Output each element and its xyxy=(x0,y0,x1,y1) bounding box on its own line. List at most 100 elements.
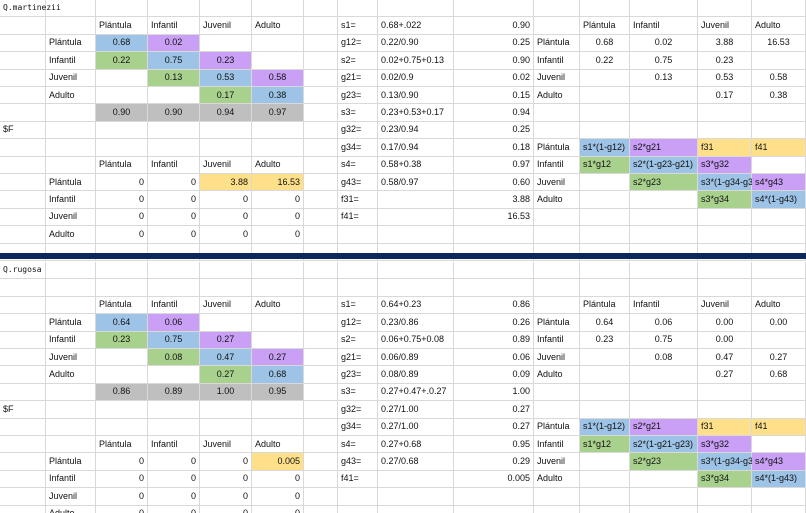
cell-4-10[interactable]: Juvenil xyxy=(534,69,580,87)
grid-cell[interactable] xyxy=(534,0,580,18)
grid-cell[interactable] xyxy=(148,139,200,157)
grid-cell[interactable] xyxy=(630,87,698,105)
cell-8-12[interactable]: s2*g21 xyxy=(630,139,698,157)
cell-25-2[interactable]: Plántula xyxy=(96,436,148,454)
grid-cell[interactable] xyxy=(580,279,630,297)
grid-cell[interactable] xyxy=(752,436,806,454)
cell-28-2[interactable]: 0 xyxy=(96,488,148,506)
cell-18-1[interactable]: Plántula xyxy=(46,314,96,332)
cell-6-8[interactable]: 0.23+0.53+0.17 xyxy=(378,104,454,122)
grid-cell[interactable] xyxy=(378,0,454,18)
grid-cell[interactable] xyxy=(454,226,534,244)
grid-cell[interactable] xyxy=(0,314,46,332)
cell-13-4[interactable]: 0 xyxy=(200,226,252,244)
grid-cell[interactable] xyxy=(534,401,580,419)
cell-24-7[interactable]: g34= xyxy=(338,418,378,436)
cell-3-12[interactable]: 0.75 xyxy=(630,52,698,70)
cell-19-11[interactable]: 0.23 xyxy=(580,331,630,349)
grid-cell[interactable] xyxy=(304,139,338,157)
cell-12-2[interactable]: 0 xyxy=(96,208,148,227)
cell-7-7[interactable]: g32= xyxy=(338,121,378,140)
grid-cell[interactable] xyxy=(0,505,46,513)
grid-cell[interactable] xyxy=(534,383,580,402)
cell-17-2[interactable]: Plántula xyxy=(96,296,148,315)
cell-25-13[interactable]: s3*g32 xyxy=(698,436,752,454)
cell-17-9[interactable]: 0.86 xyxy=(454,296,534,315)
cell-24-10[interactable]: Plántula xyxy=(534,418,580,436)
grid-cell[interactable] xyxy=(698,505,752,513)
grid-cell[interactable] xyxy=(0,191,46,209)
cell-22-3[interactable]: 0.89 xyxy=(148,383,200,402)
grid-cell[interactable] xyxy=(534,121,580,140)
grid-cell[interactable] xyxy=(0,470,46,489)
cell-5-5[interactable]: 0.38 xyxy=(252,87,304,105)
grid-cell[interactable] xyxy=(698,208,752,227)
cell-8-8[interactable]: 0.17/0.94 xyxy=(378,139,454,157)
cell-5-4[interactable]: 0.17 xyxy=(200,87,252,105)
grid-cell[interactable] xyxy=(304,34,338,53)
cell-26-12[interactable]: s2*g23 xyxy=(630,453,698,471)
cell-3-3[interactable]: 0.75 xyxy=(148,52,200,70)
grid-cell[interactable] xyxy=(630,262,698,280)
grid-cell[interactable] xyxy=(200,34,252,53)
cell-9-10[interactable]: Infantil xyxy=(534,156,580,174)
grid-cell[interactable] xyxy=(46,383,96,402)
grid-cell[interactable] xyxy=(200,139,252,157)
grid-cell[interactable] xyxy=(46,296,96,315)
cell-6-9[interactable]: 0.94 xyxy=(454,104,534,122)
cell-12-7[interactable]: f41= xyxy=(338,208,378,227)
cell-22-5[interactable]: 0.95 xyxy=(252,383,304,402)
grid-cell[interactable] xyxy=(580,87,630,105)
grid-cell[interactable] xyxy=(630,0,698,18)
cell-19-3[interactable]: 0.75 xyxy=(148,331,200,349)
cell-25-3[interactable]: Infantil xyxy=(148,436,200,454)
grid-cell[interactable] xyxy=(304,505,338,513)
cell-2-3[interactable]: 0.02 xyxy=(148,34,200,53)
grid-cell[interactable] xyxy=(304,0,338,18)
cell-26-9[interactable]: 0.29 xyxy=(454,453,534,471)
grid-cell[interactable] xyxy=(252,262,304,280)
cell-17-11[interactable]: Plántula xyxy=(580,296,630,315)
cell-10-12[interactable]: s2*g23 xyxy=(630,174,698,192)
cell-5-13[interactable]: 0.17 xyxy=(698,87,752,105)
cell-26-13[interactable]: s3*(1-g34-g32) xyxy=(698,453,761,471)
cell-10-5[interactable]: 16.53 xyxy=(252,174,304,192)
grid-cell[interactable] xyxy=(304,104,338,122)
grid-cell[interactable] xyxy=(0,226,46,244)
grid-cell[interactable] xyxy=(534,226,580,244)
cell-29-5[interactable]: 0 xyxy=(252,505,304,513)
grid-cell[interactable] xyxy=(378,279,454,297)
grid-cell[interactable] xyxy=(0,139,46,157)
cell-27-2[interactable]: 0 xyxy=(96,470,148,489)
grid-cell[interactable] xyxy=(338,226,378,244)
cell-2-7[interactable]: g12= xyxy=(338,34,378,53)
grid-cell[interactable] xyxy=(46,401,96,419)
grid-cell[interactable] xyxy=(304,366,338,384)
grid-cell[interactable] xyxy=(96,401,148,419)
cell-28-5[interactable]: 0 xyxy=(252,488,304,506)
cell-10-4[interactable]: 3.88 xyxy=(200,174,252,192)
grid-cell[interactable] xyxy=(200,401,252,419)
cell-27-4[interactable]: 0 xyxy=(200,470,252,489)
grid-cell[interactable] xyxy=(200,121,252,140)
grid-cell[interactable] xyxy=(698,262,752,280)
grid-cell[interactable] xyxy=(698,104,752,122)
grid-cell[interactable] xyxy=(304,226,338,244)
cell-1-3[interactable]: Infantil xyxy=(148,17,200,35)
grid-cell[interactable] xyxy=(252,139,304,157)
cell-9-13[interactable]: s3*g32 xyxy=(698,156,752,174)
cell-5-9[interactable]: 0.15 xyxy=(454,87,534,105)
grid-cell[interactable] xyxy=(752,401,806,419)
cell-21-14[interactable]: 0.68 xyxy=(752,366,806,384)
cell-8-10[interactable]: Plántula xyxy=(534,139,580,157)
cell-1-12[interactable]: Infantil xyxy=(630,17,698,35)
grid-cell[interactable] xyxy=(0,87,46,105)
cell-20-14[interactable]: 0.27 xyxy=(752,349,806,367)
grid-cell[interactable] xyxy=(378,262,454,280)
grid-cell[interactable] xyxy=(752,208,806,227)
grid-cell[interactable] xyxy=(534,279,580,297)
grid-cell[interactable] xyxy=(580,69,630,87)
cell-13-1[interactable]: Adulto xyxy=(46,226,96,244)
grid-cell[interactable] xyxy=(630,226,698,244)
cell-27-1[interactable]: Infantil xyxy=(46,470,96,489)
